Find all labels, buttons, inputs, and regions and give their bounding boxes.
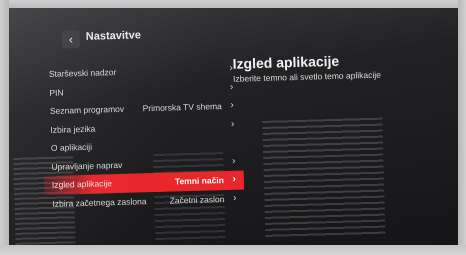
chevron-right-icon: › <box>230 99 234 111</box>
chevron-right-icon: › <box>232 192 237 204</box>
menu-item-label: Starševski nadzor <box>48 67 117 79</box>
page-title: Nastavitve <box>85 29 142 43</box>
menu-item-label: Upravljanje naprav <box>51 159 123 172</box>
detail-title: Izgled aplikacije <box>232 52 340 72</box>
menu-item-label: PIN <box>49 87 64 98</box>
window-reflection <box>262 117 386 241</box>
detail-subtitle: Izberite temno ali svetlo temo aplikacij… <box>232 69 382 84</box>
chevron-right-icon: › <box>232 173 237 185</box>
chevron-right-icon: › <box>230 118 235 130</box>
frame-border <box>458 0 466 255</box>
frame-border <box>0 0 9 255</box>
menu-item-label: O aplikaciji <box>50 141 93 153</box>
settings-view: ‹ Nastavitve Starševski nadzor › PIN › S… <box>9 8 458 245</box>
menu-item-value: Temni način <box>174 175 225 187</box>
settings-menu: Starševski nadzor › PIN › Seznam program… <box>41 60 245 214</box>
tv-screen: ‹ Nastavitve Starševski nadzor › PIN › S… <box>9 8 458 245</box>
frame-border <box>0 245 466 255</box>
frame-border <box>0 0 466 8</box>
menu-item-value: Primorska TV shema <box>142 101 222 114</box>
chevron-left-icon: ‹ <box>68 32 74 47</box>
menu-item-label: Seznam programov <box>49 103 125 116</box>
chevron-right-icon: › <box>231 155 236 167</box>
photo: ‹ Nastavitve Starševski nadzor › PIN › S… <box>0 0 466 255</box>
menu-item-label: Izbira začetnega zaslona <box>52 195 147 209</box>
back-button[interactable]: ‹ <box>61 30 81 49</box>
menu-item-value: Začetni zaslon <box>169 193 225 206</box>
menu-item-label: Izbira jezika <box>50 123 96 135</box>
menu-item-label: Izgled aplikacije <box>51 178 113 190</box>
